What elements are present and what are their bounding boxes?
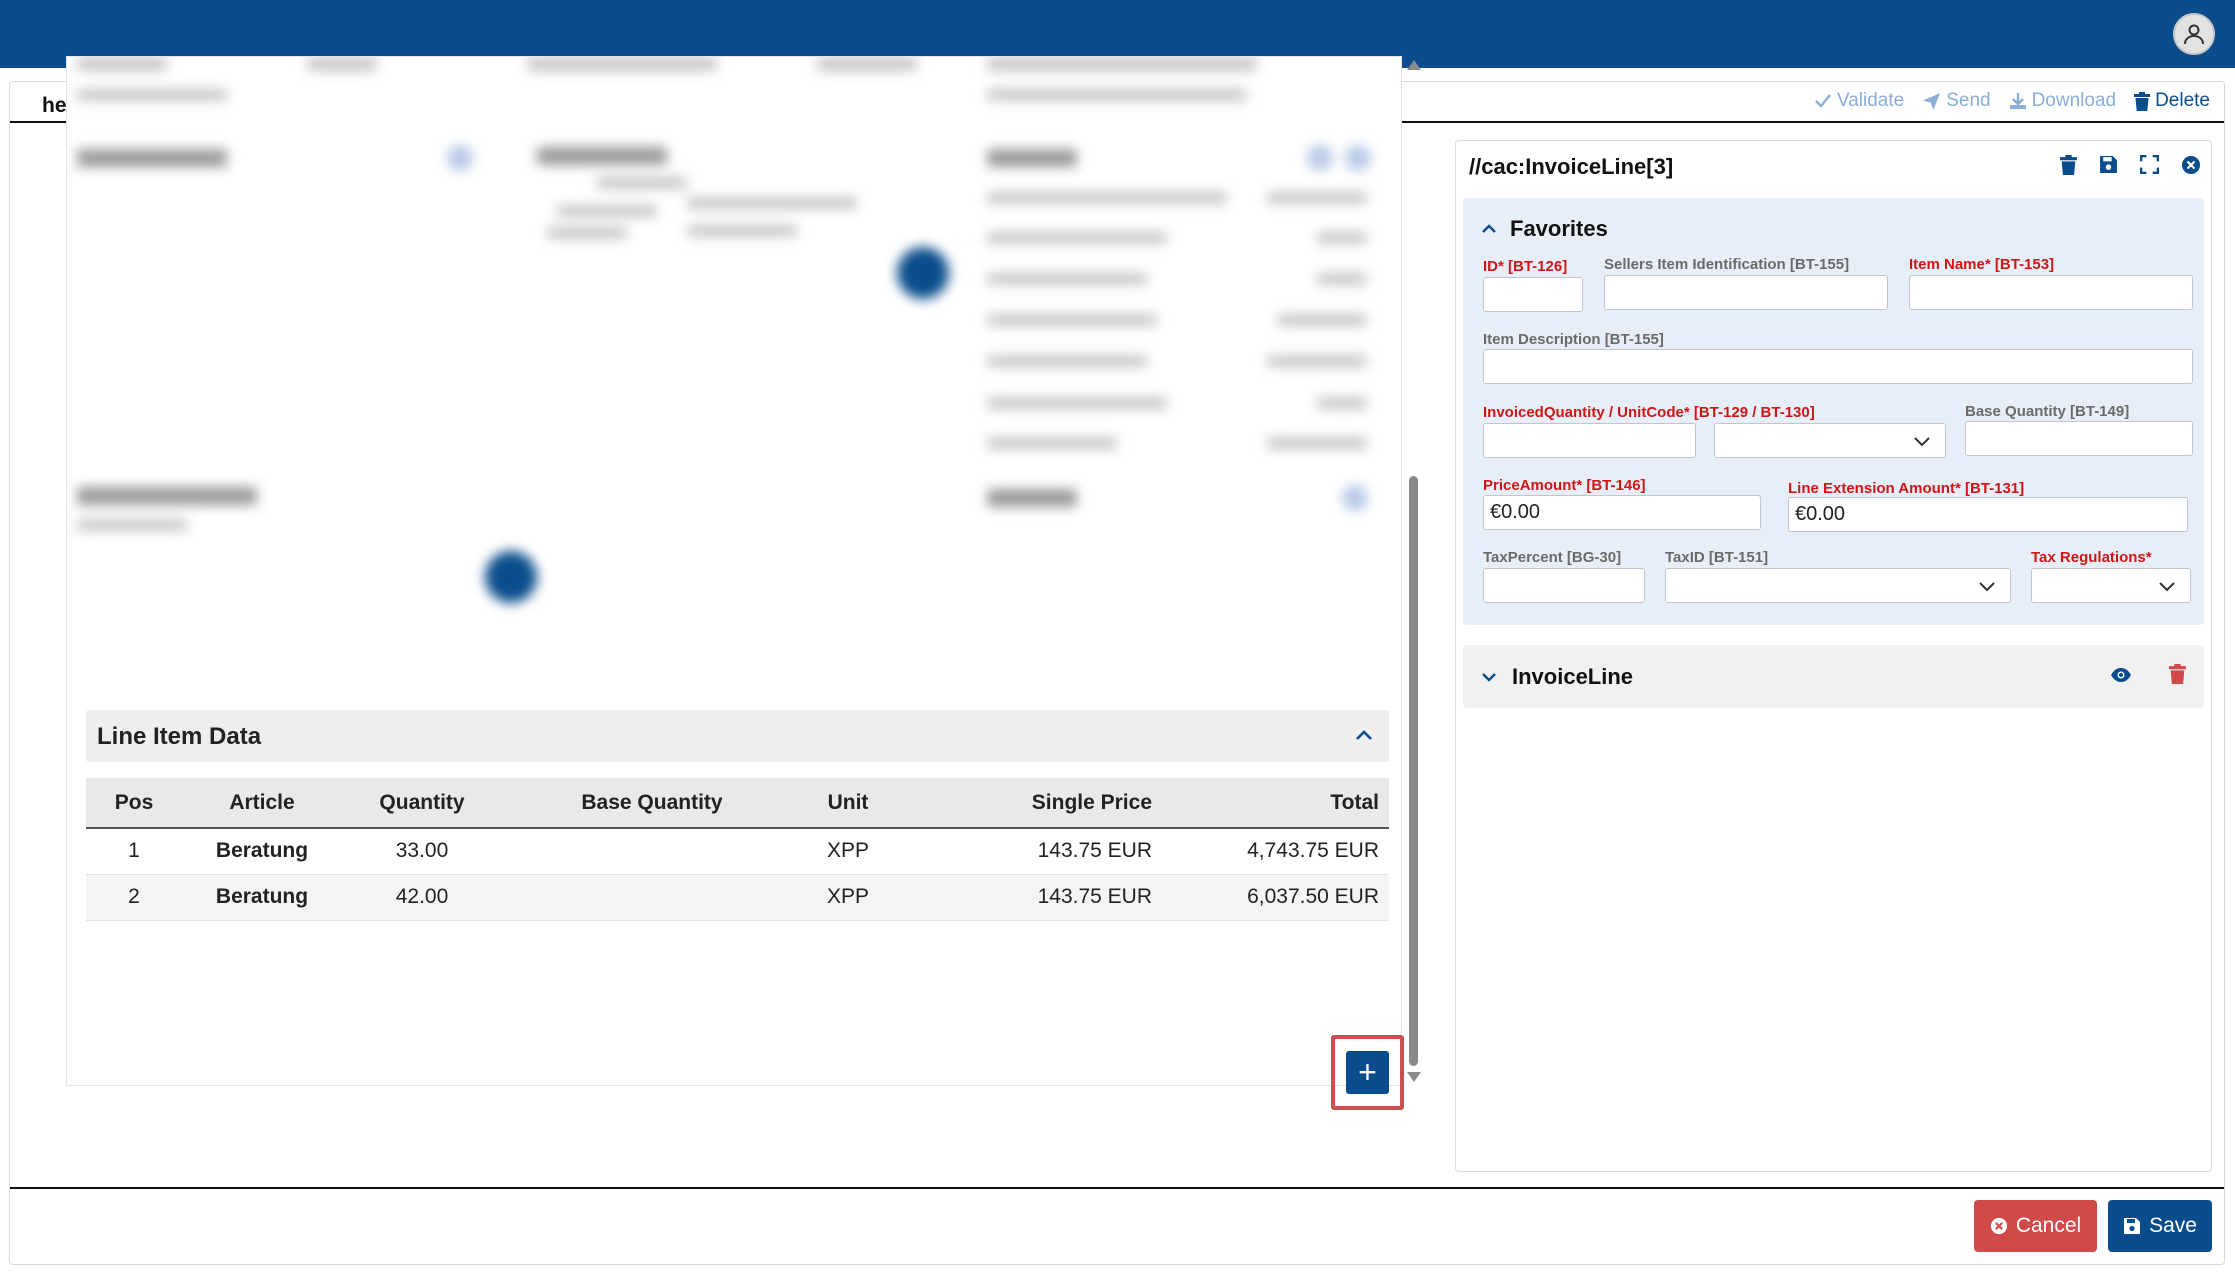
preview-scrollbar[interactable] bbox=[1404, 56, 1424, 1086]
price-amount-label: PriceAmount* [BT-146] bbox=[1483, 477, 1646, 494]
scroll-up-arrow-icon[interactable] bbox=[1407, 60, 1421, 70]
user-avatar[interactable] bbox=[2173, 13, 2215, 55]
download-icon bbox=[2009, 93, 2026, 109]
add-line-item-button[interactable]: + bbox=[1346, 1051, 1389, 1094]
cell-article: Beratung bbox=[182, 874, 342, 921]
sellers-item-id-input[interactable] bbox=[1604, 275, 1888, 310]
trash-icon bbox=[2134, 91, 2151, 111]
scrollbar-thumb[interactable] bbox=[1409, 476, 1418, 1066]
item-name-input[interactable] bbox=[1909, 275, 2193, 310]
line-item-data-title: Line Item Data bbox=[97, 723, 262, 750]
invoiced-quantity-input[interactable] bbox=[1483, 423, 1696, 458]
line-extension-amount-input[interactable]: €0.00 bbox=[1788, 497, 2188, 532]
cell-single-price: 143.75 EUR bbox=[894, 874, 1162, 921]
save-label: Save bbox=[2149, 1214, 2197, 1237]
validate-button[interactable]: Validate bbox=[1814, 90, 1904, 112]
table-header-row: Pos Article Quantity Base Quantity Unit … bbox=[86, 778, 1389, 829]
tax-regulations-select[interactable] bbox=[2031, 568, 2191, 603]
item-description-label: Item Description [BT-155] bbox=[1483, 331, 1664, 348]
floppy-disk-icon[interactable] bbox=[2099, 155, 2118, 174]
item-description-input[interactable] bbox=[1483, 349, 2193, 384]
base-quantity-input[interactable] bbox=[1965, 421, 2193, 456]
unit-code-select[interactable] bbox=[1714, 423, 1946, 458]
favorites-title: Favorites bbox=[1510, 216, 1608, 241]
cell-article: Beratung bbox=[182, 828, 342, 875]
table-row[interactable]: 1 Beratung 33.00 XPP 143.75 EUR 4,743.75… bbox=[86, 828, 1389, 875]
column-header-total[interactable]: Total bbox=[1162, 778, 1389, 829]
cell-pos: 1 bbox=[86, 828, 182, 875]
invoiced-quantity-label: InvoicedQuantity / UnitCode* [BT-129 / B… bbox=[1483, 404, 1815, 421]
column-header-article[interactable]: Article bbox=[182, 778, 342, 829]
trash-icon[interactable] bbox=[2169, 664, 2186, 684]
element-path-title: //cac:InvoiceLine[3] bbox=[1469, 154, 1674, 179]
invoice-line-section[interactable]: InvoiceLine bbox=[1463, 645, 2204, 708]
validate-label: Validate bbox=[1836, 90, 1905, 111]
element-editor-panel: //cac:InvoiceLine[3] Favorites ID* [BT-1… bbox=[1455, 140, 2212, 1172]
line-item-table: Pos Article Quantity Base Quantity Unit … bbox=[86, 778, 1389, 921]
tax-percent-label: TaxPercent [BG-30] bbox=[1483, 549, 1622, 566]
cell-total: 6,037.50 EUR bbox=[1162, 874, 1389, 921]
column-header-single-price[interactable]: Single Price bbox=[894, 778, 1162, 829]
sellers-item-id-label: Sellers Item Identification [BT-155] bbox=[1604, 256, 1850, 273]
trash-icon[interactable] bbox=[2060, 155, 2077, 175]
chevron-down-icon bbox=[1979, 582, 1995, 592]
close-circle-icon[interactable] bbox=[2181, 155, 2201, 175]
send-button[interactable]: Send bbox=[1922, 90, 1991, 112]
invoice-preview-panel bbox=[66, 56, 1402, 1086]
invoice-line-title: InvoiceLine bbox=[1512, 664, 1634, 689]
chevron-up-icon[interactable] bbox=[1480, 220, 1498, 238]
download-button[interactable]: Download bbox=[2009, 90, 2117, 112]
blurred-invoice-content bbox=[67, 57, 1401, 617]
chevron-down-icon bbox=[1914, 437, 1930, 447]
column-header-pos[interactable]: Pos bbox=[86, 778, 182, 829]
table-row[interactable]: 2 Beratung 42.00 XPP 143.75 EUR 6,037.50… bbox=[86, 874, 1389, 921]
document-toolbar: Validate Send Download Delete bbox=[1814, 90, 2210, 112]
floppy-disk-icon bbox=[2124, 1218, 2141, 1234]
footer-divider bbox=[10, 1187, 2224, 1189]
add-line-item-highlight: + bbox=[1331, 1035, 1404, 1110]
column-header-quantity[interactable]: Quantity bbox=[342, 778, 502, 829]
tax-id-label: TaxID [BT-151] bbox=[1665, 549, 1769, 566]
eye-icon[interactable] bbox=[2110, 666, 2132, 684]
expand-icon[interactable] bbox=[2140, 155, 2159, 174]
tax-id-select[interactable] bbox=[1665, 568, 2011, 603]
cell-unit: XPP bbox=[802, 874, 894, 921]
cell-unit: XPP bbox=[802, 828, 894, 875]
id-label: ID* [BT-126] bbox=[1483, 258, 1568, 275]
cell-quantity: 42.00 bbox=[342, 874, 502, 921]
delete-button[interactable]: Delete bbox=[2134, 90, 2210, 112]
save-button[interactable]: Save bbox=[2108, 1200, 2212, 1252]
paper-plane-icon bbox=[1923, 92, 1941, 110]
check-icon bbox=[1815, 94, 1831, 108]
cell-base-quantity bbox=[502, 828, 802, 875]
cell-pos: 2 bbox=[86, 874, 182, 921]
download-label: Download bbox=[2031, 90, 2117, 111]
chevron-down-icon bbox=[2159, 582, 2175, 592]
editor-actions bbox=[2060, 155, 2201, 175]
cell-single-price: 143.75 EUR bbox=[894, 828, 1162, 875]
chevron-up-icon[interactable] bbox=[1353, 724, 1375, 746]
cell-quantity: 33.00 bbox=[342, 828, 502, 875]
id-input[interactable] bbox=[1483, 277, 1583, 312]
close-circle-icon bbox=[1990, 1217, 2007, 1235]
delete-label: Delete bbox=[2155, 90, 2210, 111]
base-quantity-label: Base Quantity [BT-149] bbox=[1965, 403, 2130, 420]
line-item-data-header[interactable]: Line Item Data bbox=[86, 710, 1389, 762]
column-header-base-quantity[interactable]: Base Quantity bbox=[502, 778, 802, 829]
cancel-label: Cancel bbox=[2015, 1214, 2082, 1237]
cell-base-quantity bbox=[502, 874, 802, 921]
chevron-down-icon[interactable] bbox=[1480, 668, 1498, 686]
send-label: Send bbox=[1946, 90, 1991, 111]
tax-regulations-label: Tax Regulations* bbox=[2031, 549, 2152, 566]
tax-percent-input[interactable] bbox=[1483, 568, 1645, 603]
item-name-label: Item Name* [BT-153] bbox=[1909, 256, 2055, 273]
user-icon bbox=[2184, 24, 2204, 45]
cancel-button[interactable]: Cancel bbox=[1974, 1200, 2097, 1252]
favorites-section: Favorites ID* [BT-126] Sellers Item Iden… bbox=[1463, 198, 2204, 625]
line-extension-amount-label: Line Extension Amount* [BT-131] bbox=[1788, 480, 2025, 497]
price-amount-input[interactable]: €0.00 bbox=[1483, 495, 1761, 530]
cell-total: 4,743.75 EUR bbox=[1162, 828, 1389, 875]
scroll-down-arrow-icon[interactable] bbox=[1407, 1072, 1421, 1082]
column-header-unit[interactable]: Unit bbox=[802, 778, 894, 829]
